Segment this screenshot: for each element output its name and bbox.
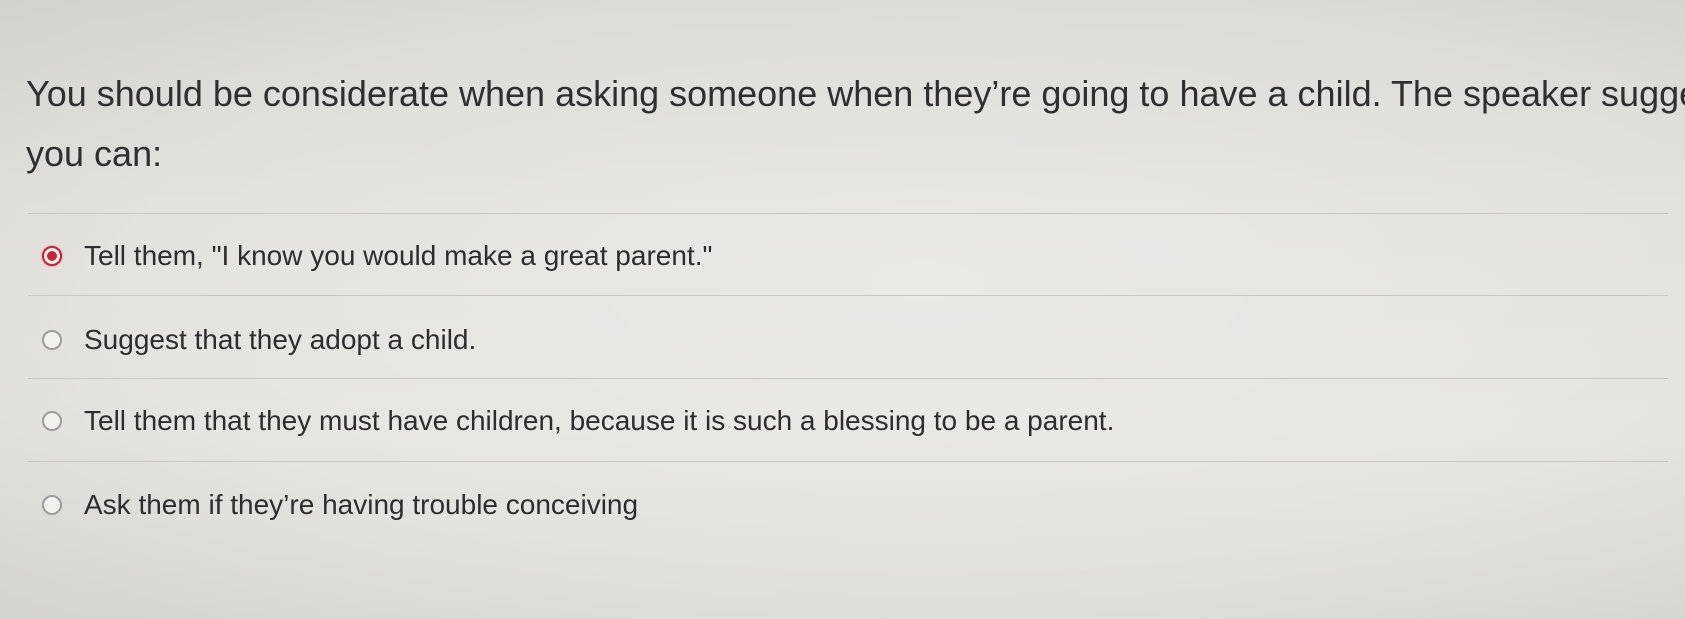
question-line-1: You should be considerate when asking so… bbox=[26, 73, 1685, 114]
answer-option-2[interactable]: Suggest that they adopt a child. bbox=[42, 320, 476, 360]
answer-option-4[interactable]: Ask them if they’re having trouble conce… bbox=[42, 485, 638, 525]
radio-dot-icon bbox=[47, 251, 57, 261]
divider bbox=[28, 213, 1668, 214]
answer-option-label[interactable]: Suggest that they adopt a child. bbox=[84, 324, 476, 356]
divider bbox=[28, 295, 1668, 296]
answer-option-label[interactable]: Tell them that they must have children, … bbox=[84, 405, 1114, 437]
divider bbox=[28, 461, 1668, 462]
answer-option-label[interactable]: Ask them if they’re having trouble conce… bbox=[84, 489, 638, 521]
radio-selected-icon[interactable] bbox=[42, 246, 62, 266]
question-text: You should be considerate when asking so… bbox=[26, 64, 1685, 184]
radio-unselected-icon[interactable] bbox=[42, 330, 62, 350]
answer-option-label[interactable]: Tell them, "I know you would make a grea… bbox=[84, 240, 712, 272]
divider bbox=[28, 378, 1668, 379]
answer-option-1[interactable]: Tell them, "I know you would make a grea… bbox=[42, 236, 712, 276]
radio-unselected-icon[interactable] bbox=[42, 495, 62, 515]
answer-option-3[interactable]: Tell them that they must have children, … bbox=[42, 401, 1114, 441]
radio-unselected-icon[interactable] bbox=[42, 411, 62, 431]
question-line-2: you can: bbox=[26, 133, 163, 174]
